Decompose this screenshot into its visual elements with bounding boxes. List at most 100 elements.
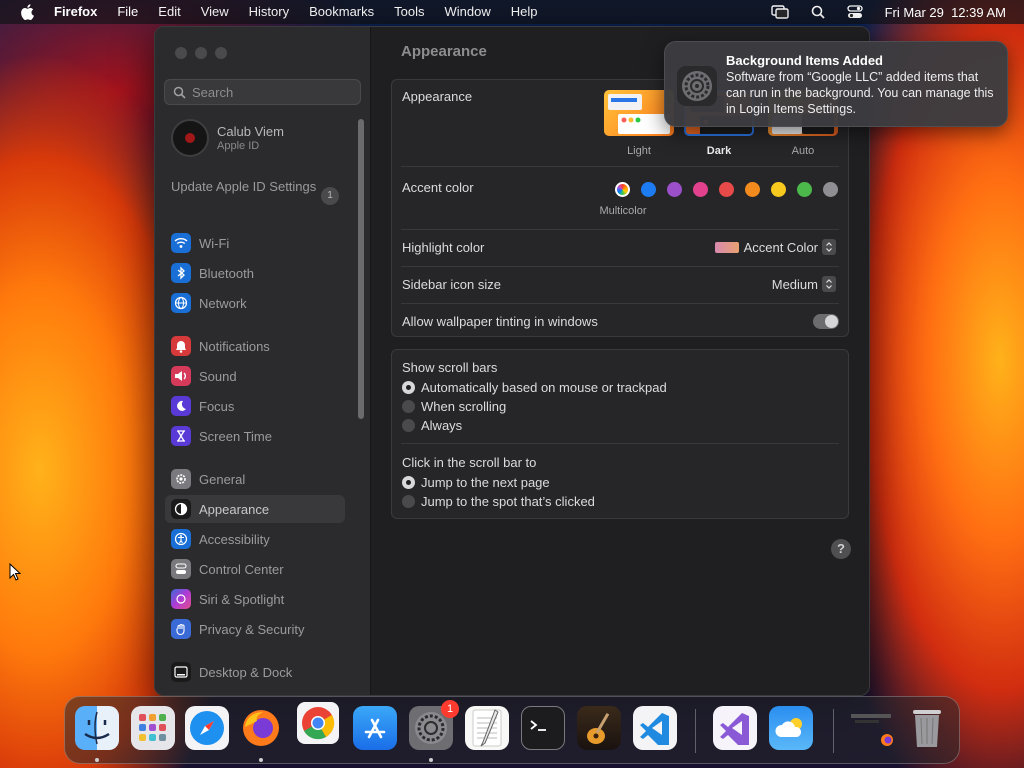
minimize-button[interactable] xyxy=(195,47,207,59)
click-scroll-option-spot-clicked[interactable]: Jump to the spot that’s clicked xyxy=(402,494,595,509)
radio-selected xyxy=(402,381,415,394)
vscode-icon[interactable] xyxy=(633,706,677,750)
weather-icon[interactable] xyxy=(769,706,813,750)
accent-color-yellow[interactable] xyxy=(771,182,786,197)
sidebar-icon-size-popup[interactable]: Medium xyxy=(772,276,836,292)
search-icon[interactable] xyxy=(811,5,825,19)
accent-color-selected-name: Multicolor xyxy=(599,205,647,217)
apple-id-profile[interactable]: Calub Viem Apple ID xyxy=(171,119,284,157)
sidebar-item-privacy-security[interactable]: Privacy & Security xyxy=(165,615,345,643)
sidebar-item-notifications[interactable]: Notifications xyxy=(165,332,345,360)
menu-bookmarks[interactable]: Bookmarks xyxy=(309,0,374,24)
appearance-option-label-dark: Dark xyxy=(706,145,732,157)
sidebar-item-screen-time[interactable]: Screen Time xyxy=(165,422,345,450)
accent-color-blue[interactable] xyxy=(641,182,656,197)
accent-color-pink[interactable] xyxy=(693,182,708,197)
search-icon xyxy=(173,86,186,99)
dock-separator xyxy=(695,709,696,753)
accent-color-label: Accent color xyxy=(402,180,474,195)
radio-unselected xyxy=(402,495,415,508)
accent-color-multicolor[interactable] xyxy=(615,182,630,197)
textedit-icon[interactable] xyxy=(465,706,509,750)
screen-mirroring-icon[interactable] xyxy=(770,5,789,19)
sidebar-scrollbar[interactable] xyxy=(358,119,364,419)
accent-color-purple[interactable] xyxy=(667,182,682,197)
sidebar-item-network[interactable]: Network xyxy=(165,289,345,317)
sidebar-item-sound[interactable]: Sound xyxy=(165,362,345,390)
trash-icon[interactable] xyxy=(905,706,949,750)
sidebar-item-label: Bluetooth xyxy=(199,265,254,281)
divider xyxy=(401,303,839,304)
radio-unselected xyxy=(402,400,415,413)
radio-label: When scrolling xyxy=(421,399,507,414)
mouse-cursor-icon xyxy=(9,562,22,586)
accent-color-orange[interactable] xyxy=(745,182,760,197)
running-indicator xyxy=(95,758,99,762)
radio-label: Jump to the next page xyxy=(421,475,550,490)
radio-label: Jump to the spot that’s clicked xyxy=(421,494,595,509)
sound-icon xyxy=(171,366,191,386)
menu-view[interactable]: View xyxy=(201,0,229,24)
accent-color-green[interactable] xyxy=(797,182,812,197)
menu-app-firefox[interactable]: Firefox xyxy=(54,0,97,24)
menu-help[interactable]: Help xyxy=(511,0,538,24)
accent-color-red[interactable] xyxy=(719,182,734,197)
menu-tools[interactable]: Tools xyxy=(394,0,424,24)
close-button[interactable] xyxy=(175,47,187,59)
garageband-icon[interactable] xyxy=(577,706,621,750)
help-button[interactable]: ? xyxy=(831,539,851,559)
chrome-icon[interactable] xyxy=(297,702,339,744)
wallpaper-tinting-toggle[interactable] xyxy=(813,314,839,329)
visual-studio-icon[interactable] xyxy=(713,706,757,750)
app-store-icon[interactable] xyxy=(353,706,397,750)
highlight-color-popup[interactable]: Accent Color xyxy=(714,239,836,255)
sidebar-item-label: Wi-Fi xyxy=(199,235,230,251)
sidebar-item-siri-spotlight[interactable]: Siri & Spotlight xyxy=(165,585,345,613)
finder-icon[interactable] xyxy=(75,706,119,750)
safari-icon[interactable] xyxy=(185,706,229,750)
menu-history[interactable]: History xyxy=(249,0,289,24)
control-center-icon xyxy=(171,559,191,579)
menu-file[interactable]: File xyxy=(117,0,138,24)
siri-icon xyxy=(171,589,191,609)
background-items-notification[interactable]: Background Items Added Software from “Go… xyxy=(664,41,1008,127)
system-settings-icon[interactable]: 1 xyxy=(409,700,459,750)
sidebar-item-control-center[interactable]: Control Center xyxy=(165,555,345,583)
highlight-color-label: Highlight color xyxy=(402,240,485,255)
control-center-icon[interactable] xyxy=(846,5,863,19)
notification-badge: 1 xyxy=(441,700,459,718)
scroll-bars-option-auto[interactable]: Automatically based on mouse or trackpad xyxy=(402,380,667,395)
network-icon xyxy=(171,293,191,313)
zoom-button[interactable] xyxy=(215,47,227,59)
menu-clock[interactable]: Fri Mar 29 12:39 AM xyxy=(885,5,1006,20)
general-icon xyxy=(171,469,191,489)
launchpad-icon[interactable] xyxy=(131,706,175,750)
sidebar-scrollbar-thumb[interactable] xyxy=(358,119,364,419)
sidebar-item-label: Privacy & Security xyxy=(199,621,305,637)
wifi-icon xyxy=(171,233,191,253)
accent-color-graphite[interactable] xyxy=(823,182,838,197)
scroll-bars-option-always[interactable]: Always xyxy=(402,418,462,433)
sidebar-item-accessibility[interactable]: Accessibility xyxy=(165,525,345,553)
sidebar-item-appearance[interactable]: Appearance xyxy=(165,495,345,523)
sidebar-item-focus[interactable]: Focus xyxy=(165,392,345,420)
chevron-updown-icon xyxy=(822,276,836,292)
show-scroll-bars-label: Show scroll bars xyxy=(402,360,498,375)
apple-menu-icon[interactable] xyxy=(18,3,36,21)
firefox-icon[interactable] xyxy=(239,706,283,750)
scroll-bars-option-when-scrolling[interactable]: When scrolling xyxy=(402,399,506,414)
sidebar-item-wifi[interactable]: Wi-Fi xyxy=(165,229,345,257)
sidebar-item-desktop-dock[interactable]: Desktop & Dock xyxy=(165,658,345,686)
downloads-stack-icon[interactable] xyxy=(847,706,895,750)
radio-label: Always xyxy=(421,418,463,433)
highlight-swatch xyxy=(714,241,739,253)
menu-window[interactable]: Window xyxy=(445,0,491,24)
click-scroll-option-next-page[interactable]: Jump to the next page xyxy=(402,475,550,490)
radio-label: Automatically based on mouse or trackpad xyxy=(421,380,667,395)
sidebar-item-bluetooth[interactable]: Bluetooth xyxy=(165,259,345,287)
sidebar-item-general[interactable]: General xyxy=(165,465,345,493)
menu-edit[interactable]: Edit xyxy=(158,0,180,24)
terminal-icon[interactable] xyxy=(521,706,565,750)
update-apple-id-settings[interactable]: Update Apple ID Settings 1 xyxy=(171,179,341,205)
search-field[interactable]: Search xyxy=(164,79,361,105)
